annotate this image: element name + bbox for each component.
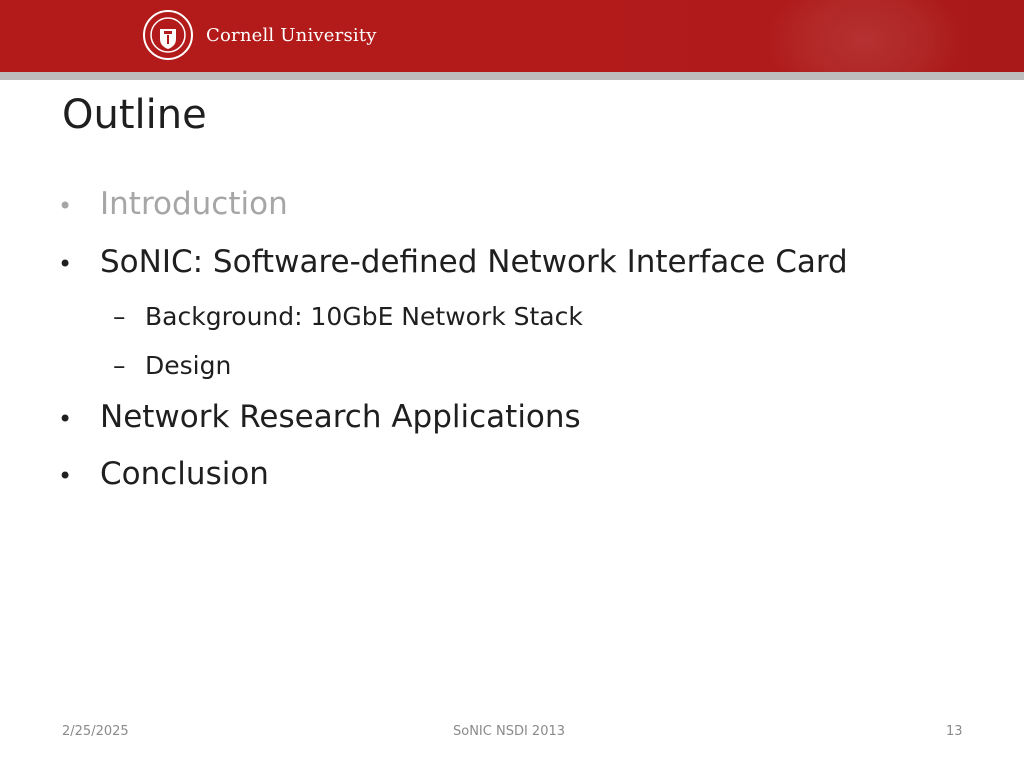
dash-marker: – <box>113 302 126 331</box>
bullet-marker: • <box>58 250 73 278</box>
outline-subitem-text: Design <box>145 351 232 380</box>
slide: Cornell University Outline • Introductio… <box>0 0 1024 768</box>
seal-watermark <box>764 0 964 72</box>
outline-item-text: Conclusion <box>100 456 269 492</box>
dash-marker: – <box>113 351 126 380</box>
bullet-marker: • <box>58 462 73 490</box>
slide-title: Outline <box>62 92 207 138</box>
outline-item-sonic: • SoNIC: Software-defined Network Interf… <box>58 244 848 280</box>
footer-page-number: 13 <box>946 724 963 739</box>
cornell-seal-icon <box>143 10 193 60</box>
brand-name: Cornell University <box>206 24 377 46</box>
bullet-marker: • <box>58 192 73 220</box>
footer-date: 2/25/2025 <box>62 724 129 739</box>
outline-subitem-background: – Background: 10GbE Network Stack <box>113 302 583 331</box>
header-bar: Cornell University <box>0 0 1024 72</box>
outline-item-conclusion: • Conclusion <box>58 456 269 492</box>
outline-item-network-research: • Network Research Applications <box>58 399 581 435</box>
outline-subitem-design: – Design <box>113 351 231 380</box>
outline-item-text: SoNIC: Software-defined Network Interfac… <box>100 244 848 280</box>
header-stripe <box>0 72 1024 80</box>
bullet-marker: • <box>58 405 73 433</box>
footer-title: SoNIC NSDI 2013 <box>453 724 566 739</box>
outline-item-text: Network Research Applications <box>100 399 581 435</box>
outline-item-text: Introduction <box>100 186 288 222</box>
outline-subitem-text: Background: 10GbE Network Stack <box>145 302 583 331</box>
outline-item-introduction: • Introduction <box>58 186 288 222</box>
brand-logo: Cornell University <box>142 6 377 64</box>
